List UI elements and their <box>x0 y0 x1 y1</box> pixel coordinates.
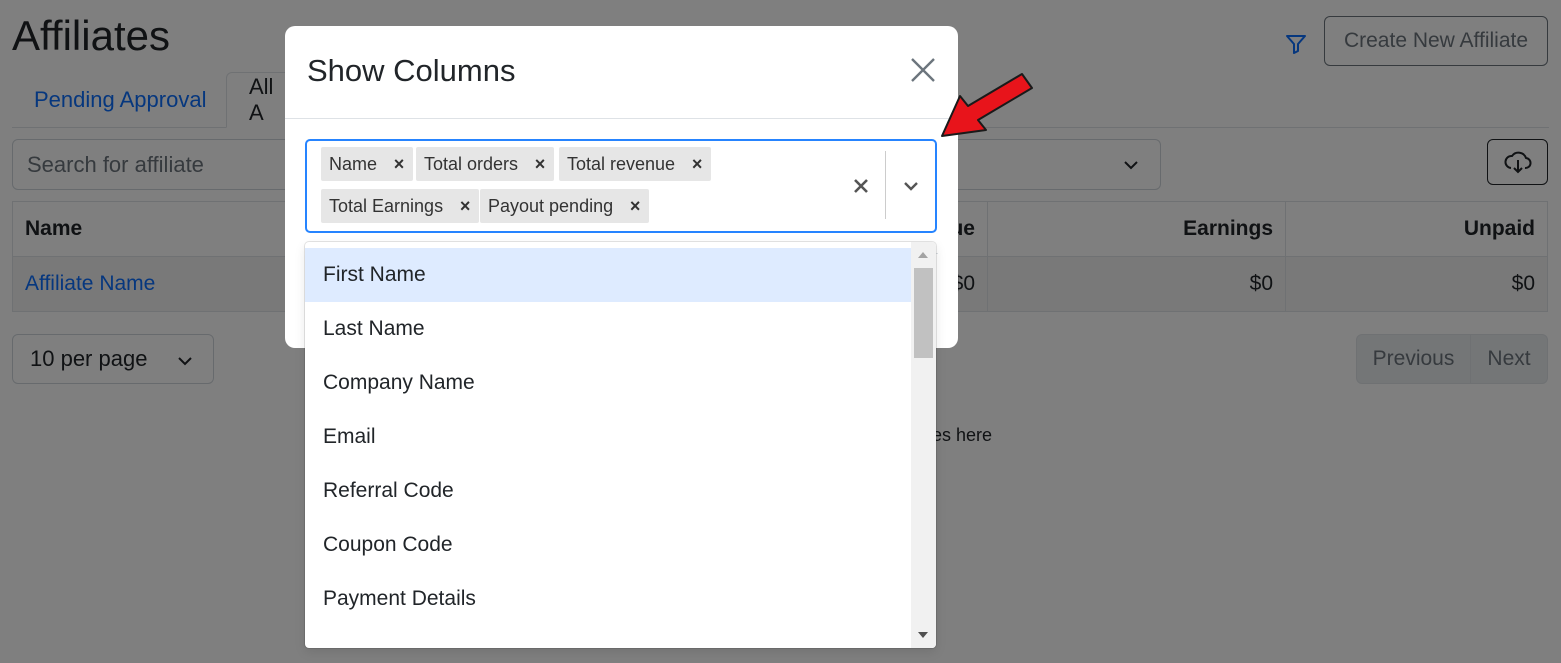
selected-chip: Total Earnings × <box>321 189 480 223</box>
selected-chip: Name × <box>321 147 414 181</box>
indicator-separator <box>885 151 886 219</box>
chip-remove-icon[interactable]: × <box>526 147 554 181</box>
columns-multiselect[interactable]: Name × Total orders × Total revenue × To… <box>305 139 937 233</box>
modal-header: Show Columns <box>285 26 958 119</box>
columns-dropdown-menu: First Name Last Name Company Name Email … <box>305 242 936 648</box>
chip-label: Total revenue <box>567 153 676 174</box>
chip-remove-icon[interactable]: × <box>621 189 649 223</box>
scroll-up-arrow[interactable] <box>918 252 928 258</box>
chip-label: Payout pending <box>488 195 614 216</box>
clear-icon[interactable] <box>847 171 875 201</box>
option-payment-details[interactable]: Payment Details <box>305 572 911 626</box>
chevron-down-icon[interactable] <box>897 171 925 201</box>
selected-chip: Total orders × <box>416 147 555 181</box>
scroll-thumb[interactable] <box>914 268 933 358</box>
red-arrow-annotation <box>941 73 1033 137</box>
option-company-name[interactable]: Company Name <box>305 356 911 410</box>
chip-label: Total Earnings <box>329 195 444 216</box>
option-referral-code[interactable]: Referral Code <box>305 464 911 518</box>
chip-remove-icon[interactable]: × <box>683 147 711 181</box>
modal-title: Show Columns <box>307 53 516 88</box>
close-icon[interactable] <box>909 56 937 84</box>
option-email[interactable]: Email <box>305 410 911 464</box>
option-first-name[interactable]: First Name <box>305 248 911 302</box>
scroll-down-arrow[interactable] <box>918 632 928 638</box>
chip-remove-icon[interactable]: × <box>451 189 479 223</box>
chip-remove-icon[interactable]: × <box>385 147 413 181</box>
chip-label: Name <box>329 153 378 174</box>
scrollbar[interactable] <box>911 242 936 648</box>
options-list: First Name Last Name Company Name Email … <box>305 248 911 626</box>
selected-chip: Payout pending × <box>480 189 650 223</box>
option-coupon-code[interactable]: Coupon Code <box>305 518 911 572</box>
selected-chip: Total revenue × <box>559 147 712 181</box>
chip-label: Total orders <box>424 153 519 174</box>
option-last-name[interactable]: Last Name <box>305 302 911 356</box>
